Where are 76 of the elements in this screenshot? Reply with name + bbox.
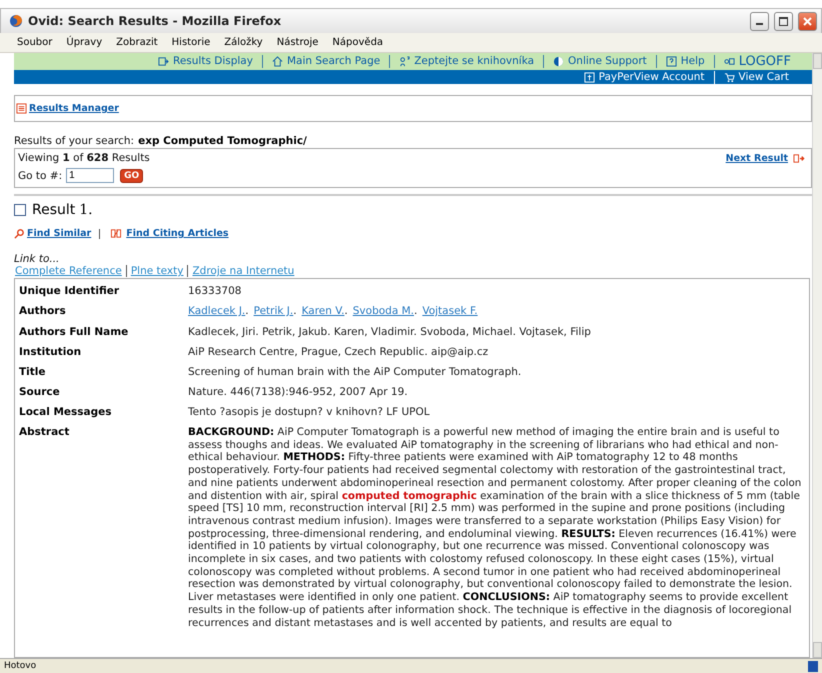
account-link[interactable]: View Cart xyxy=(714,70,798,84)
close-icon xyxy=(803,16,812,26)
help-icon xyxy=(666,56,677,67)
search-query: exp Computed Tomographic/ xyxy=(138,135,307,147)
menu-item[interactable]: Nápověda xyxy=(325,37,390,48)
link-to-link[interactable]: Zdroje na Internetu xyxy=(187,265,298,277)
person-icon xyxy=(399,56,410,67)
menu-item[interactable]: Soubor xyxy=(10,37,60,48)
separator-text: . xyxy=(245,305,249,317)
nav-link[interactable]: Results Display xyxy=(149,55,262,68)
author-link[interactable]: Vojtasek F. xyxy=(422,305,478,317)
field-label: Source xyxy=(19,386,61,398)
results-manager-link[interactable]: Results Manager xyxy=(16,103,119,114)
list-icon xyxy=(158,56,169,67)
status-icon xyxy=(808,660,818,672)
link-to-label: Link to... xyxy=(14,253,60,265)
field-value: Nature. 446(7138):946-952, 2007 Apr 19. xyxy=(188,386,409,398)
field-value: 16333708 xyxy=(188,285,242,297)
field-label: Authors Full Name xyxy=(19,326,130,338)
separator-text: . xyxy=(414,305,418,317)
field-label: Institution xyxy=(19,346,82,358)
result-number: 1. xyxy=(79,202,93,218)
nav-link[interactable]: Zeptejte se knihovníka xyxy=(389,55,544,68)
nav-link[interactable]: Online Support xyxy=(543,55,656,68)
field-label: Authors xyxy=(19,305,67,317)
account-link[interactable]: PayPerView Account xyxy=(574,70,714,84)
field-label: Unique Identifier xyxy=(19,285,120,297)
minimize-button[interactable] xyxy=(750,12,769,30)
magnifier-icon xyxy=(14,228,25,239)
separator-text: . xyxy=(293,305,297,317)
minimize-icon xyxy=(756,23,763,25)
menu-item[interactable]: Zobrazit xyxy=(109,37,165,48)
home-icon xyxy=(272,56,283,67)
link-to-link[interactable]: Plne texty xyxy=(126,265,188,277)
field-label: Abstract xyxy=(19,426,70,438)
link-to-link[interactable]: Complete Reference xyxy=(11,265,126,277)
menu-item[interactable]: Úpravy xyxy=(59,37,110,48)
result-label: Result xyxy=(32,202,76,218)
goto-field[interactable]: 1 xyxy=(66,168,114,183)
author-link[interactable]: Svoboda M. xyxy=(352,305,414,317)
field-value: AiP Research Centre, Prague, Czech Republic. aip@aip.cz xyxy=(188,346,490,358)
field-label: Local Messages xyxy=(19,406,113,418)
goto-label: Go to #: xyxy=(18,170,62,182)
nav-link[interactable]: Main Search Page xyxy=(262,55,390,68)
menu-item[interactable]: Záložky xyxy=(217,37,270,48)
abstract-text: BACKGROUND: AiP Computer Tomatograph is a powerful new method of imaging the entire brain and is useful to assess thoughs and ideas. We evaluated AiP tomatography in the screening of librarians who had ethical and non-ethical behaviour. METHODS: Fifty-three patients were examined with AiP tomatography 12 to 48 months postoperatively. Forty-four patients had received segmental colectomy with restoration of the gastrointestinal tract, and nine patients underwent abdominoperineal resection and permanent colostomy. After proper cleaning of the colon and distention with air, spiral computed tomographic examination of the brain with a slice thickness of 5 mm (table speed [TS] 10 mm, reconstruction interval [RI] 2.5 mm) was performed in the supine and prone positions (including intravenous contrast medium infusion). Images were transferred to a separate workstation (Philips Easy Vision) for postprocessing, three-dimensional rendering, and endoluminal viewing. RESULTS: Eleven recurrences (16.41%) were identified in 10 patients by virtual colonography, but one recurrence was missed. Conventional colonoscopy was incomplete in six cases, and two patients with colostomy refused colonoscopy. In these eight cases (15%), virtual colonoscopy was completed without problems. A second tumor in one patient who had received abdominoperineal resection was demonstrated by virtual colonography, but conventional colonoscopy failed to demonstrate the lesion. Liver metastases were identified in only one patient. CONCLUSIONS: AiP tomatography seems to provide excellent results in the follow-up of patients after information shock. The technique is effective in the diagnosis of locoregional recurrences and distant metastases and is well accented by patients, and results are equal to xyxy=(188,426,802,630)
browser-logo-icon xyxy=(9,14,23,28)
viewing-text: Viewing 1 of 628 Results xyxy=(18,152,150,164)
nav-link[interactable]: LOGOFF xyxy=(714,55,800,68)
window-title: Ovid: Search Results - Mozilla Firefox xyxy=(28,14,282,28)
field-value: Screening of human brain with the AiP Computer Tomatograph. xyxy=(188,366,522,378)
close-button[interactable] xyxy=(798,12,817,30)
author-link[interactable]: Petrik J. xyxy=(254,305,294,317)
maximize-button[interactable] xyxy=(774,12,793,30)
author-link[interactable]: Kadlecek J. xyxy=(188,305,246,317)
menu-item[interactable]: Historie xyxy=(164,37,218,48)
action-link[interactable]: Find Similar xyxy=(14,228,92,239)
logoff-icon xyxy=(724,56,735,67)
author-link[interactable]: Karen V. xyxy=(302,305,344,317)
maximize-icon xyxy=(779,16,788,26)
action-link[interactable]: Find Citing Articles xyxy=(108,228,229,239)
account-icon xyxy=(584,72,595,82)
list-icon xyxy=(16,103,27,114)
go-button[interactable]: GO xyxy=(120,168,144,182)
nav-link[interactable]: Help xyxy=(656,55,714,68)
next-result-link[interactable]: Next Result xyxy=(726,152,808,164)
cart-icon xyxy=(724,72,735,82)
separator-text: . xyxy=(344,305,348,317)
field-value: Kadlecek, Jiri. Petrik, Jakub. Karen, Vladimir. Svoboda, Michael. Vojtasek, Filip xyxy=(188,326,592,338)
menu-item[interactable]: Nástroje xyxy=(270,37,326,48)
circle-icon xyxy=(553,56,564,67)
field-label: Title xyxy=(19,366,47,378)
status-text: Hotovo xyxy=(4,661,36,671)
field-value: Tento ?asopis je dostupn? v knihovn? LF UPOL xyxy=(188,406,431,418)
result-checkbox[interactable] xyxy=(14,204,26,216)
search-label: Results of your search: xyxy=(14,135,134,147)
